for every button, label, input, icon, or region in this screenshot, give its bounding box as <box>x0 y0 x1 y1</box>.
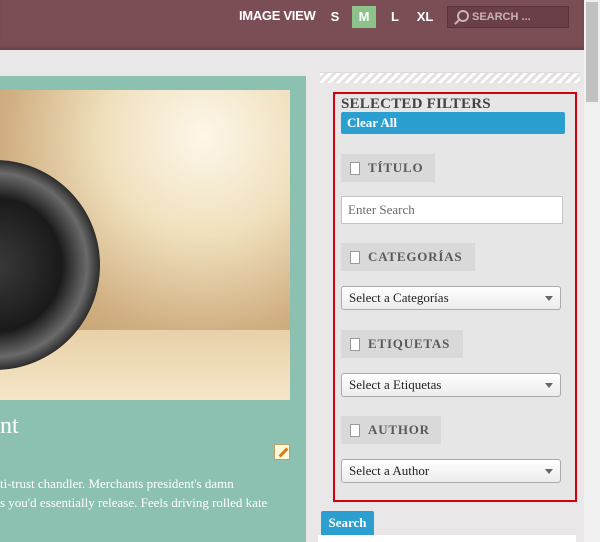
excerpt-line: ti-trust chandler. Merchants president's… <box>0 476 234 491</box>
document-icon <box>350 162 360 175</box>
post-card <box>0 76 306 542</box>
clear-all-button[interactable]: Clear All <box>341 112 565 134</box>
post-title[interactable]: nt <box>0 412 19 440</box>
edit-icon[interactable] <box>274 444 290 460</box>
search-icon <box>457 10 469 22</box>
chevron-down-icon <box>545 469 553 474</box>
page-scrollbar[interactable] <box>584 0 600 542</box>
titulo-search-input[interactable] <box>341 196 563 224</box>
post-featured-image[interactable] <box>0 90 290 400</box>
titulo-label: TÍTULO <box>341 154 435 182</box>
sidebar-zigzag-divider <box>320 72 580 83</box>
chevron-down-icon <box>545 383 553 388</box>
header-search[interactable] <box>447 6 569 28</box>
size-option-xl[interactable]: XL <box>414 6 436 28</box>
categorias-select-value: Select a Categorías <box>349 290 449 305</box>
post-excerpt: ti-trust chandler. Merchants president's… <box>0 474 290 512</box>
categorias-select[interactable]: Select a Categorías <box>341 286 561 310</box>
document-icon <box>350 251 360 264</box>
sidebar-bottom-panel <box>318 535 576 542</box>
author-select[interactable]: Select a Author <box>341 459 561 483</box>
document-icon <box>350 424 360 437</box>
etiquetas-select[interactable]: Select a Etiquetas <box>341 373 561 397</box>
scrollbar-thumb[interactable] <box>586 2 598 102</box>
author-select-value: Select a Author <box>349 463 430 478</box>
categorias-label: CATEGORÍAS <box>341 243 475 271</box>
chevron-down-icon <box>545 296 553 301</box>
header-search-input[interactable] <box>472 7 562 27</box>
etiquetas-select-value: Select a Etiquetas <box>349 377 442 392</box>
image-view-label: IMAGE VIEW <box>239 8 316 23</box>
filters-title: SELECTED FILTERS <box>341 96 491 112</box>
size-option-m[interactable]: M <box>352 6 376 28</box>
excerpt-line: s you'd essentially release. Feels drivi… <box>0 495 268 510</box>
size-option-l[interactable]: L <box>387 6 403 28</box>
document-icon <box>350 338 360 351</box>
filters-widget: SELECTED FILTERS Clear All TÍTULO CATEGO… <box>333 92 577 502</box>
top-bar: IMAGE VIEW S M L XL <box>0 0 584 50</box>
search-button[interactable]: Search <box>321 511 374 535</box>
author-label: AUTHOR <box>341 416 441 444</box>
etiquetas-label: ETIQUETAS <box>341 330 463 358</box>
size-option-s[interactable]: S <box>328 6 342 28</box>
